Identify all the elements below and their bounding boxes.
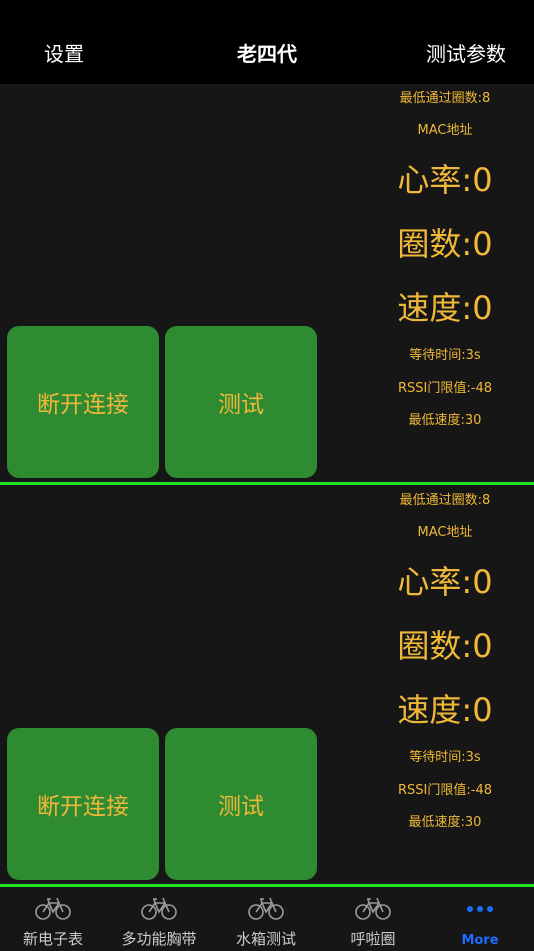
bicycle-icon xyxy=(355,897,391,920)
device-panel-2: 断开连接 测试 最低通过圈数:8 MAC地址 心率:0 圈数:0 速度:0 等待… xyxy=(0,486,534,886)
tab-hula-hoop[interactable]: 呼啦圈 xyxy=(320,887,426,950)
tab-water-tank-test[interactable]: 水箱测试 xyxy=(213,887,319,950)
min-speed-label: 最低速度:30 xyxy=(408,815,482,830)
section-divider xyxy=(0,482,534,485)
min-laps-label: 最低通过圈数:8 xyxy=(399,91,491,106)
more-dots-icon xyxy=(467,906,493,912)
tab-label: 多功能胸带 xyxy=(121,930,197,948)
tab-chest-strap[interactable]: 多功能胸带 xyxy=(106,887,212,950)
settings-button[interactable]: 设置 xyxy=(44,38,84,70)
heart-rate-value: 心率:0 xyxy=(397,563,493,601)
speed-value: 速度:0 xyxy=(397,289,493,327)
tab-label: 水箱测试 xyxy=(235,930,296,948)
disconnect-button[interactable]: 断开连接 xyxy=(7,326,159,478)
page-title: 老四代 xyxy=(237,42,297,66)
tab-label: More xyxy=(461,933,499,948)
test-button[interactable]: 测试 xyxy=(165,326,317,478)
test-params-button[interactable]: 测试参数 xyxy=(426,38,506,70)
bicycle-icon xyxy=(35,897,71,920)
tab-label: 呼啦圈 xyxy=(350,930,396,948)
rssi-threshold-label: RSSI门限值:-48 xyxy=(398,783,492,798)
bicycle-icon xyxy=(141,897,177,920)
tab-label: 新电子表 xyxy=(22,930,83,948)
wait-time-label: 等待时间:3s xyxy=(409,750,481,765)
min-laps-label: 最低通过圈数:8 xyxy=(399,493,491,508)
mac-address-label: MAC地址 xyxy=(417,525,473,540)
min-speed-label: 最低速度:30 xyxy=(408,413,482,428)
heart-rate-value: 心率:0 xyxy=(397,161,493,199)
tab-new-watch[interactable]: 新电子表 xyxy=(0,887,106,950)
wait-time-label: 等待时间:3s xyxy=(409,348,481,363)
disconnect-button[interactable]: 断开连接 xyxy=(7,728,159,880)
test-button[interactable]: 测试 xyxy=(165,728,317,880)
tab-bar: 新电子表 多功能胸带 水箱测试 呼啦圈 More xyxy=(0,887,534,950)
mac-address-label: MAC地址 xyxy=(417,123,473,138)
laps-value: 圈数:0 xyxy=(397,627,493,665)
speed-value: 速度:0 xyxy=(397,691,493,729)
device-panel-1: 断开连接 测试 最低通过圈数:8 MAC地址 心率:0 圈数:0 速度:0 等待… xyxy=(0,84,534,484)
navigation-bar: 设置 老四代 测试参数 xyxy=(0,0,534,84)
rssi-threshold-label: RSSI门限值:-48 xyxy=(398,381,492,396)
bicycle-icon xyxy=(248,897,284,920)
tab-more[interactable]: More xyxy=(427,887,533,950)
laps-value: 圈数:0 xyxy=(397,225,493,263)
